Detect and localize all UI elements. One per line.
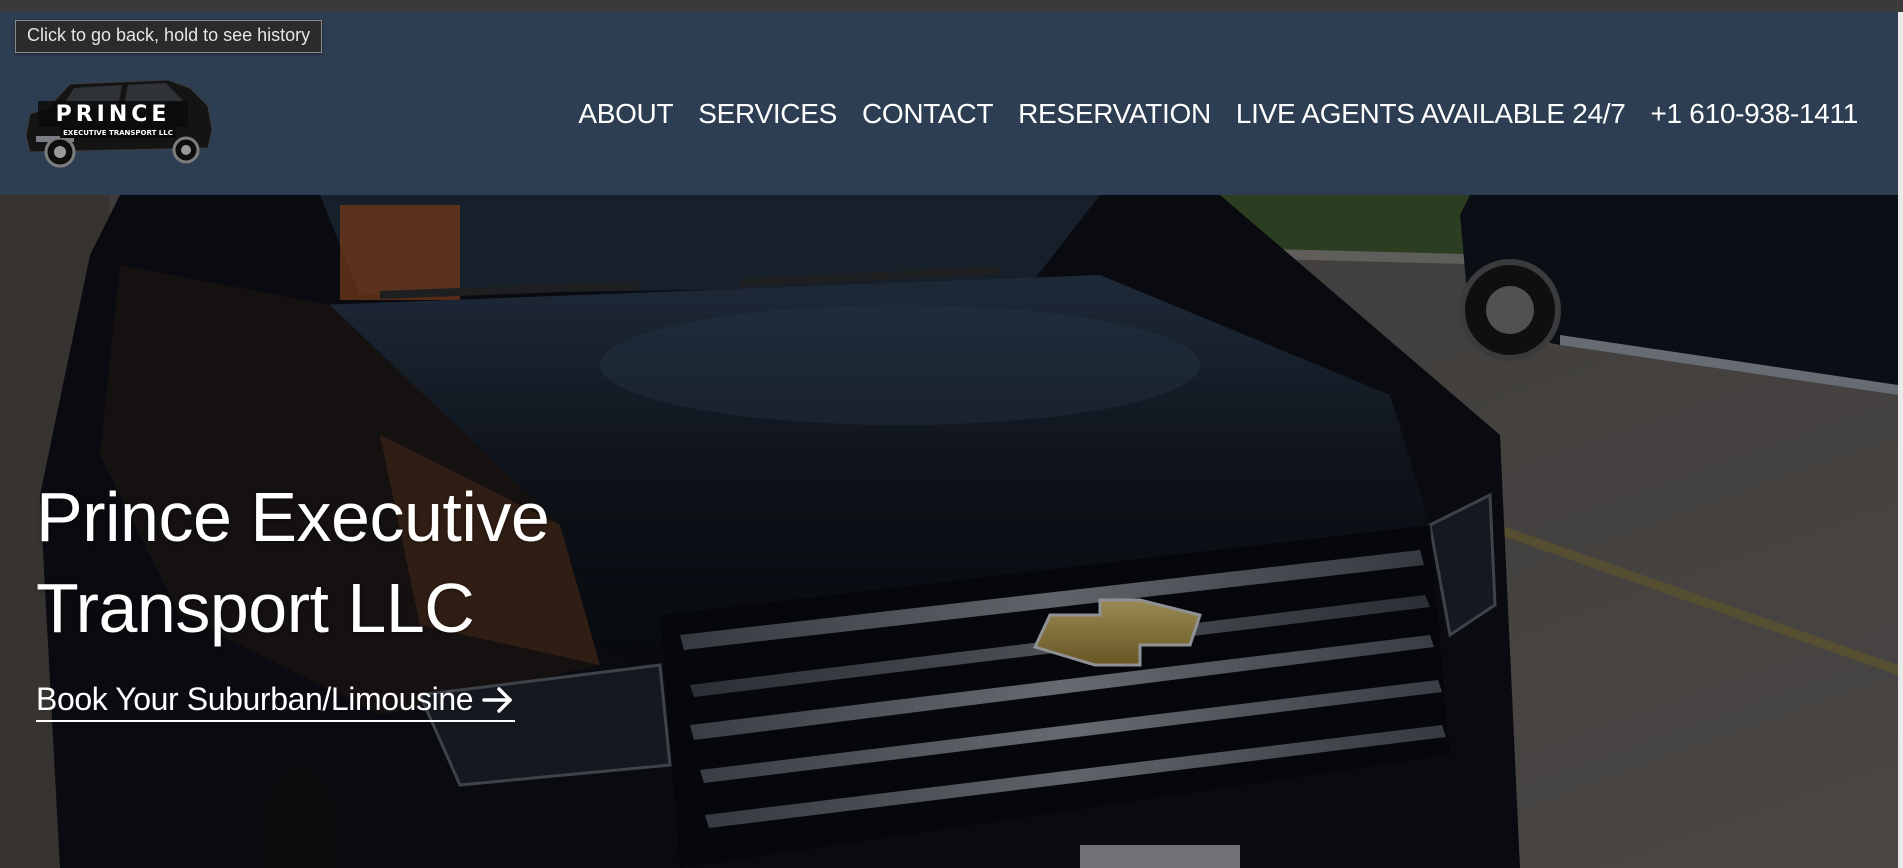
nav-services-link[interactable]: SERVICES [698, 98, 837, 130]
nav-live-agents-link[interactable]: LIVE AGENTS AVAILABLE 24/7 [1236, 98, 1626, 130]
cta-label: Book Your Suburban/Limousine [36, 681, 474, 717]
hero-title: Prince Executive Transport LLC [36, 472, 550, 654]
hero-section: Prince Executive Transport LLC Book Your… [0, 195, 1898, 868]
logo-tagline-text: EXECUTIVE TRANSPORT LLC [63, 129, 173, 137]
logo-brand-text: PRINCE [56, 102, 171, 127]
nav-contact-link[interactable]: CONTACT [862, 98, 993, 130]
arrow-right-icon [482, 686, 512, 713]
hero-title-line-1: Prince Executive [36, 478, 550, 556]
page-scrollbar[interactable] [1898, 12, 1903, 868]
book-suburban-limousine-link[interactable]: Book Your Suburban/Limousine [36, 681, 516, 722]
hero-title-line-2: Transport LLC [36, 569, 475, 647]
back-button-tooltip: Click to go back, hold to see history [15, 20, 323, 53]
nav-about-link[interactable]: ABOUT [578, 98, 673, 130]
company-logo[interactable]: PRINCE EXECUTIVE TRANSPORT LLC [18, 68, 218, 168]
main-navigation: ABOUT SERVICES CONTACT RESERVATION LIVE … [578, 98, 1858, 130]
nav-reservation-link[interactable]: RESERVATION [1018, 98, 1211, 130]
nav-phone-link[interactable]: +1 610-938-1411 [1651, 98, 1859, 130]
